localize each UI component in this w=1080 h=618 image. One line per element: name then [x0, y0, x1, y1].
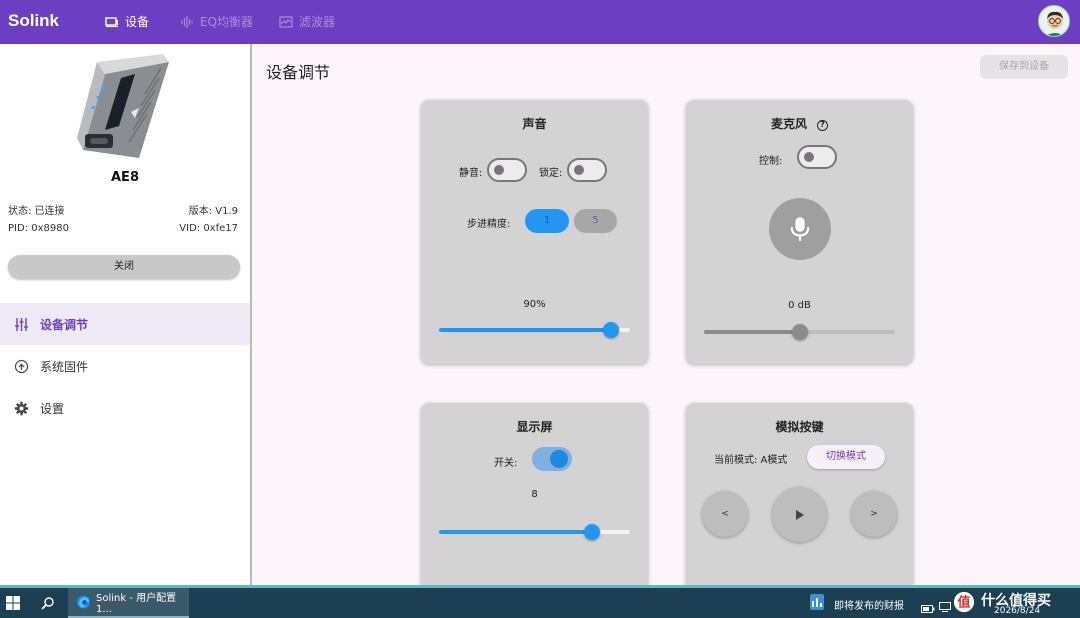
tab-eq[interactable]: EQ均衡器 [180, 13, 253, 30]
pid-text: PID: 0x8980 [8, 223, 69, 234]
device-icon [105, 16, 118, 27]
sidebar: AE8 状态: 已连接 版本: V1.9 PID: 0x8980 VID: 0x… [0, 44, 252, 585]
filter-wave-icon [279, 15, 293, 28]
sidebar-item-label: 设置 [40, 401, 65, 416]
sidebar-item-label: 设备调节 [40, 317, 89, 332]
mic-button[interactable] [769, 198, 831, 260]
mic-card: 麦克风? 控制: 0 dB [686, 100, 913, 364]
search-icon[interactable] [41, 595, 55, 614]
vid-text: VID: 0xfe17 [179, 223, 238, 234]
taskbar: Solink - 用户配置 1... 即将发布的财报 值 什么值得买 2026/… [0, 585, 1080, 618]
taskbar-app-label: Solink - 用户配置 1... [96, 593, 177, 615]
app-bar: Solink 设备 EQ均衡器 滤波器 [0, 0, 1080, 44]
version-text: 版本: V1.9 [188, 206, 238, 217]
volume-value: 90% [523, 299, 546, 310]
lock-toggle[interactable] [567, 158, 607, 182]
page-title: 设备调节 [266, 63, 331, 82]
mute-label: 静音: [459, 168, 483, 179]
step-precision-label: 步进精度: [467, 219, 511, 230]
tab-device[interactable]: 设备 [105, 13, 149, 30]
network-icon[interactable] [939, 597, 951, 616]
simulated-keys-title: 模拟按键 [775, 420, 824, 434]
prev-button[interactable]: < [702, 491, 748, 537]
equalizer-icon [181, 15, 193, 28]
volume-slider[interactable] [439, 322, 630, 338]
sidebar-item-firmware[interactable]: 系统固件 [0, 345, 250, 387]
display-switch-label: 开关: [494, 458, 518, 469]
watermark-logo-icon: 值 [953, 591, 975, 617]
mic-gain-slider[interactable] [704, 324, 895, 340]
display-card: 显示屏 开关: 8 [421, 403, 648, 603]
slider-thumb[interactable] [602, 322, 619, 338]
play-icon [795, 509, 804, 520]
slider-fill [439, 530, 592, 534]
windows-start-icon[interactable] [6, 595, 20, 614]
play-button[interactable] [772, 487, 827, 542]
svg-text:值: 值 [958, 595, 971, 611]
help-circle-icon[interactable]: ? [817, 120, 828, 131]
upload-circle-icon [14, 359, 29, 373]
user-avatar[interactable] [1038, 5, 1070, 37]
sidebar-item-device-adjust[interactable]: 设备调节 [0, 303, 250, 345]
brightness-value: 8 [531, 489, 538, 500]
mute-toggle[interactable] [487, 158, 527, 182]
sound-card: 声音 静音: 锁定: 步进精度: 1 5 90% [421, 100, 648, 364]
sidebar-item-label: 系统固件 [40, 359, 89, 374]
next-button[interactable]: > [851, 491, 897, 537]
slider-fill [439, 328, 611, 332]
brand-logo: Solink [8, 11, 60, 30]
mic-card-title-text: 麦克风 [770, 117, 807, 131]
mic-gain-value: 0 dB [788, 300, 811, 311]
device-name: AE8 [111, 170, 139, 185]
gear-icon [14, 401, 29, 415]
mic-control-toggle[interactable] [797, 145, 837, 169]
avatar-icon [1039, 6, 1069, 36]
slider-fill [704, 330, 800, 334]
status-text: 状态: 已连接 [8, 206, 65, 217]
simulated-keys-card: 模拟按键 当前模式: A模式 切换模式 < > [686, 403, 913, 603]
sound-card-title: 声音 [522, 117, 547, 131]
taskbar-app-solink[interactable]: Solink - 用户配置 1... [68, 588, 189, 618]
save-to-device-button[interactable]: 保存到设备 [980, 55, 1068, 79]
slider-thumb[interactable] [583, 524, 600, 540]
current-mode-label: 当前模式: A模式 [714, 455, 788, 466]
mic-card-title: 麦克风? [686, 115, 913, 132]
tab-device-label: 设备 [125, 15, 150, 29]
news-widget-label[interactable]: 即将发布的财报 [834, 597, 904, 612]
toggle-knob [804, 152, 814, 162]
microphone-icon [790, 217, 810, 241]
lock-label: 锁定: [539, 168, 563, 179]
device-image [75, 54, 175, 158]
switch-mode-button[interactable]: 切换模式 [807, 445, 885, 469]
toggle-knob [574, 165, 584, 175]
control-label: 控制: [759, 156, 783, 167]
sidebar-item-settings[interactable]: 设置 [0, 387, 250, 429]
step-option-1[interactable]: 1 [525, 209, 569, 233]
clock-date[interactable]: 2026/8/24 [994, 606, 1040, 616]
toggle-knob [494, 165, 504, 175]
toggle-knob [550, 450, 568, 468]
tab-eq-label: EQ均衡器 [200, 15, 254, 29]
slider-thumb[interactable] [791, 324, 808, 340]
tab-filter-label: 滤波器 [299, 15, 336, 29]
step-option-5[interactable]: 5 [574, 209, 617, 233]
display-toggle[interactable] [532, 447, 572, 471]
edge-browser-icon [76, 595, 91, 609]
brightness-slider[interactable] [439, 524, 630, 540]
close-button[interactable]: 关闭 [8, 255, 240, 279]
display-card-title: 显示屏 [516, 420, 553, 434]
sliders-icon [15, 317, 28, 331]
tab-filter[interactable]: 滤波器 [279, 13, 335, 30]
news-widget-icon[interactable] [810, 594, 824, 614]
battery-icon[interactable] [921, 598, 935, 617]
